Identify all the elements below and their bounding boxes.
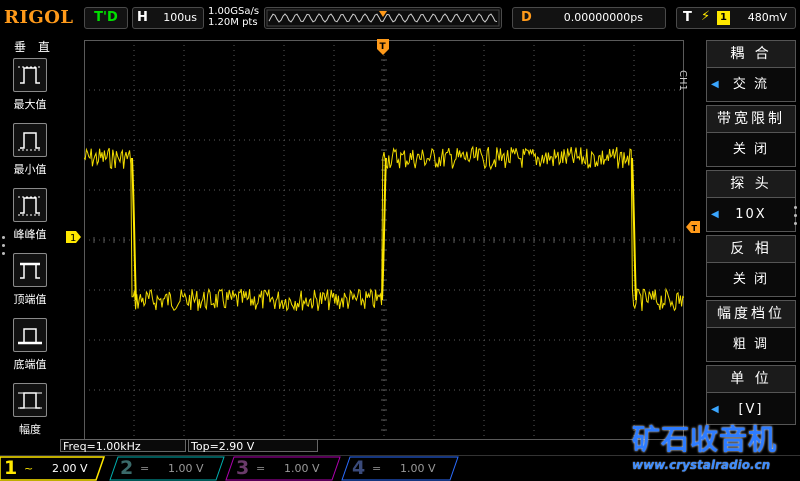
left-arrow-icon: ◀	[711, 79, 721, 90]
acquisition-info: 1.00GSa/s 1.20M pts	[208, 6, 259, 28]
trigger-box[interactable]: T ⚡ 1 480mV	[676, 7, 796, 29]
measure-pkpk[interactable]: 峰峰值	[10, 188, 50, 242]
measure-top[interactable]: 顶端值	[10, 253, 50, 307]
top-result: Top=2.90 V	[188, 439, 318, 453]
dc-coupling-icon: =	[140, 462, 150, 475]
rising-edge-icon: ⚡	[701, 9, 711, 24]
ch4-scale: 1.00 V	[400, 462, 436, 475]
measure-min-label: 最小值	[13, 163, 47, 176]
ch4-number: 4	[352, 457, 366, 479]
amplitude-icon	[13, 383, 47, 417]
ch1-marker-text: 1	[70, 233, 76, 244]
trigger-key: T	[683, 10, 692, 25]
trigger-marker-text: T	[380, 42, 387, 52]
trigger-level-marker[interactable]: T	[686, 221, 700, 233]
measure-max-label: 最大值	[13, 98, 47, 111]
menu-invert[interactable]: 反 相 关 闭	[706, 235, 796, 297]
overview-wave	[266, 9, 500, 27]
measure-amplitude[interactable]: 幅度	[10, 383, 50, 437]
ch1-status[interactable]: 1 ~ 2.00 V	[0, 456, 104, 481]
base-value-icon	[13, 318, 47, 352]
ch1-edge	[131, 157, 137, 301]
ac-coupling-icon: ~	[24, 462, 34, 475]
menu-bw-value: 关 闭	[732, 142, 770, 157]
ch4-status[interactable]: 4 = 1.00 V	[348, 456, 452, 481]
run-state-indicator[interactable]: T'D	[84, 7, 128, 29]
ch3-scale: 1.00 V	[284, 462, 320, 475]
watermark-url: www.crystalradio.cn	[632, 458, 771, 472]
menu-invert-value: 关 闭	[732, 272, 770, 287]
ch2-status[interactable]: 2 = 1.00 V	[116, 456, 220, 481]
delay-value: 0.00000000ps	[563, 11, 643, 24]
menu-bw-title: 带宽限制	[707, 106, 795, 133]
left-arrow-icon: ◀	[711, 209, 721, 220]
measurement-results: Freq=1.00kHz Top=2.90 V	[60, 439, 320, 453]
trigger-level: 480mV	[747, 11, 787, 24]
max-value-icon	[13, 58, 47, 92]
menu-invert-title: 反 相	[707, 236, 795, 263]
svg-text:T: T	[692, 224, 698, 233]
ch1-number: 1	[4, 457, 18, 479]
delay-box[interactable]: D 0.00000000ps	[512, 7, 666, 29]
dc-coupling-icon: =	[256, 462, 266, 475]
menu-coupling[interactable]: 耦 合 ◀ 交 流	[706, 40, 796, 102]
dc-coupling-icon: =	[372, 462, 382, 475]
menu-probe-value: 10X	[735, 207, 767, 222]
min-value-icon	[13, 123, 47, 157]
top-value-icon	[13, 253, 47, 287]
watermark-title: 矿石收音机	[632, 423, 778, 456]
trigger-channel-badge: 1	[717, 11, 730, 25]
measure-min[interactable]: 最小值	[10, 123, 50, 177]
timebase-value: 100us	[163, 11, 197, 24]
sample-rate: 1.00GSa/s	[208, 6, 260, 17]
measure-top-label: 顶端值	[13, 293, 47, 306]
ch3-status[interactable]: 3 = 1.00 V	[232, 456, 336, 481]
ch1-scale: 2.00 V	[52, 462, 88, 475]
menu-unit[interactable]: 单 位 ◀ [V]	[706, 365, 796, 425]
menu-coupling-title: 耦 合	[707, 41, 795, 68]
freq-result: Freq=1.00kHz	[60, 439, 186, 453]
measure-amplitude-label: 幅度	[19, 423, 41, 436]
right-scroll-dots[interactable]	[794, 206, 798, 230]
menu-unit-value: [V]	[738, 402, 764, 417]
waveform-overview[interactable]	[264, 7, 502, 29]
left-scroll-dots[interactable]	[2, 236, 6, 260]
measure-max[interactable]: 最大值	[10, 58, 50, 112]
brand-logo: RIGOL	[4, 7, 74, 28]
timebase-key: H	[137, 10, 148, 25]
waveform-display[interactable]	[84, 40, 684, 440]
menu-probe-title: 探 头	[707, 171, 795, 198]
measure-base[interactable]: 底端值	[10, 318, 50, 372]
ch2-number: 2	[120, 457, 134, 479]
menu-voltsdiv-title: 幅度档位	[707, 301, 795, 328]
ch1-offset-marker[interactable]: 1	[66, 230, 82, 244]
menu-unit-title: 单 位	[707, 366, 795, 393]
measure-base-label: 底端值	[13, 358, 47, 371]
menu-coupling-value: 交 流	[732, 77, 770, 92]
peak-to-peak-icon	[13, 188, 47, 222]
menu-volts-div[interactable]: 幅度档位 粗 调	[706, 300, 796, 362]
ch2-scale: 1.00 V	[168, 462, 204, 475]
top-status-bar: RIGOL T'D H 100us 1.00GSa/s 1.20M pts D …	[0, 0, 800, 36]
panel-title: 垂 直	[14, 40, 54, 54]
menu-probe[interactable]: 探 头 ◀ 10X	[706, 170, 796, 232]
menu-bandwidth-limit[interactable]: 带宽限制 关 闭	[706, 105, 796, 167]
menu-voltsdiv-value: 粗 调	[732, 337, 770, 352]
delay-key: D	[521, 10, 532, 25]
ch3-number: 3	[236, 457, 250, 479]
site-watermark: 矿石收音机 www.crystalradio.cn	[630, 418, 800, 478]
measure-pkpk-label: 峰峰值	[13, 228, 47, 241]
trigger-position-marker[interactable]: T	[376, 38, 390, 56]
channel-menu-label: CH1	[677, 70, 688, 91]
timebase-box[interactable]: H 100us	[132, 7, 204, 29]
vertical-measure-panel: 垂 直 最大值 最小值 峰峰值 顶端值 底端值 幅度	[0, 36, 58, 456]
memory-depth: 1.20M pts	[208, 17, 258, 28]
ch1-trace	[84, 145, 684, 312]
